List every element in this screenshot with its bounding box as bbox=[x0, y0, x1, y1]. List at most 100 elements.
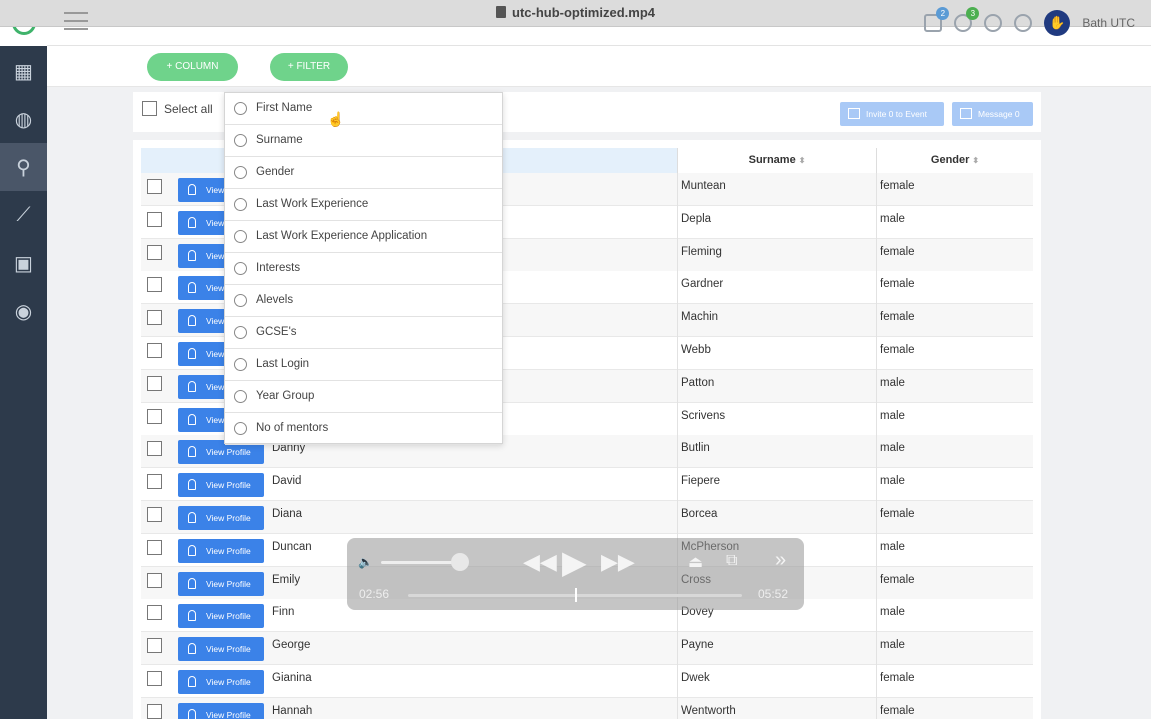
row-checkbox[interactable] bbox=[147, 375, 162, 391]
avatar[interactable]: ✋ bbox=[1044, 10, 1071, 36]
sidebar-item-watch[interactable]: ◉ bbox=[0, 287, 47, 335]
filter-option[interactable]: No of mentors bbox=[225, 413, 502, 445]
radio-button[interactable] bbox=[234, 390, 247, 403]
row-checkbox[interactable] bbox=[147, 671, 162, 686]
row-checkbox[interactable] bbox=[147, 244, 162, 260]
header-surname[interactable]: Surname ⬍ bbox=[677, 148, 876, 173]
view-profile-button[interactable]: View Profile bbox=[178, 571, 264, 596]
sort-icon: ⬍ bbox=[798, 156, 806, 165]
seek-position[interactable] bbox=[575, 588, 577, 602]
filter-option[interactable]: GCSE's bbox=[225, 317, 502, 349]
filter-option[interactable]: Last Work Experience Application bbox=[225, 221, 502, 253]
play-icon[interactable]: ▶ bbox=[562, 543, 587, 581]
view-profile-button[interactable]: View Profile bbox=[178, 637, 264, 662]
column-divider bbox=[677, 369, 678, 403]
radio-button[interactable] bbox=[234, 262, 247, 275]
view-profile-label: View Profile bbox=[206, 677, 251, 687]
radio-button[interactable] bbox=[234, 230, 247, 243]
view-profile-button[interactable]: View Profile bbox=[178, 538, 264, 563]
sidebar-item-dashboard[interactable]: ▦ bbox=[0, 47, 47, 95]
view-profile-label: View Profile bbox=[206, 480, 251, 491]
filter-option[interactable]: Surname bbox=[225, 125, 502, 157]
notifications-badge: 3 bbox=[966, 7, 980, 20]
table-row: View Profile Hannah Wentworth female bbox=[141, 697, 1033, 719]
radio-button[interactable] bbox=[234, 102, 247, 115]
row-checkbox[interactable] bbox=[147, 211, 162, 227]
cell-surname: Webb bbox=[681, 344, 711, 356]
row-checkbox[interactable] bbox=[147, 638, 162, 654]
notifications-icon[interactable]: 3 bbox=[954, 7, 980, 32]
cell-gender: male bbox=[880, 409, 905, 422]
column-divider bbox=[876, 205, 877, 239]
select-all-checkbox[interactable] bbox=[142, 101, 157, 116]
radio-button[interactable] bbox=[234, 198, 247, 211]
column-divider bbox=[677, 304, 678, 338]
row-checkbox[interactable] bbox=[147, 474, 162, 490]
radio-button[interactable] bbox=[234, 326, 247, 339]
radio-button[interactable] bbox=[234, 358, 247, 371]
view-profile-button[interactable]: View Profile bbox=[178, 670, 264, 694]
user-name[interactable]: Bath UTC bbox=[1082, 16, 1135, 30]
volume-icon[interactable]: 🔈 bbox=[358, 555, 373, 569]
menu-toggle-icon[interactable] bbox=[64, 12, 88, 30]
view-profile-button[interactable]: View Profile bbox=[178, 506, 264, 530]
picture-in-picture-icon[interactable]: ⧉ bbox=[726, 552, 737, 570]
sidebar-item-search[interactable]: ⚲ bbox=[0, 143, 47, 191]
table-row: View Profile George Payne male bbox=[141, 632, 1033, 666]
airplay-icon[interactable]: ⏏ bbox=[688, 552, 703, 572]
message-button[interactable]: Message 0 bbox=[952, 102, 1033, 126]
filter-option[interactable]: Gender bbox=[225, 157, 502, 189]
volume-knob[interactable] bbox=[451, 553, 469, 571]
filter-option[interactable]: Last Work Experience bbox=[225, 189, 502, 221]
invite-to-event-button[interactable]: Invite 0 to Event bbox=[840, 102, 944, 126]
column-divider bbox=[677, 697, 678, 719]
row-checkbox[interactable] bbox=[147, 441, 162, 457]
row-checkbox[interactable] bbox=[147, 605, 162, 621]
settings-gear-icon[interactable] bbox=[984, 14, 1003, 32]
column-divider bbox=[677, 402, 678, 436]
radio-button[interactable] bbox=[234, 134, 247, 147]
filter-dropdown: First Name Surname Gender Last Work Experie… bbox=[224, 92, 503, 445]
view-profile-button[interactable]: View Profile bbox=[178, 702, 264, 719]
column-divider bbox=[876, 533, 877, 567]
filter-option[interactable]: Year Group bbox=[225, 381, 502, 413]
help-icon[interactable] bbox=[1014, 14, 1033, 32]
duration: 05:52 bbox=[758, 587, 789, 601]
column-divider bbox=[876, 304, 877, 338]
row-checkbox[interactable] bbox=[147, 572, 162, 588]
more-icon[interactable]: » bbox=[775, 549, 786, 572]
radio-button[interactable] bbox=[234, 166, 247, 179]
add-column-button[interactable]: + COLUMN bbox=[147, 53, 238, 81]
cell-first-name: Gianina bbox=[272, 672, 312, 684]
view-profile-button[interactable]: View Profile bbox=[178, 604, 264, 629]
person-icon bbox=[188, 544, 196, 556]
row-checkbox[interactable] bbox=[147, 507, 162, 522]
filter-option[interactable]: First Name bbox=[225, 93, 502, 125]
rewind-icon[interactable]: ◀◀ bbox=[523, 549, 557, 575]
sidebar-item-calendar[interactable]: ▣ bbox=[0, 239, 47, 287]
messages-icon[interactable]: 2 bbox=[924, 7, 950, 32]
volume-slider[interactable] bbox=[381, 561, 461, 564]
row-checkbox[interactable] bbox=[147, 408, 162, 424]
filter-option-label: Interests bbox=[256, 262, 301, 274]
row-checkbox[interactable] bbox=[147, 343, 162, 358]
sidebar-item-globe[interactable]: ◍ bbox=[0, 95, 47, 143]
column-divider bbox=[876, 337, 877, 370]
filter-option[interactable]: Last Login bbox=[225, 349, 502, 381]
filter-option[interactable]: Alevels bbox=[225, 285, 502, 317]
row-checkbox[interactable] bbox=[147, 179, 162, 194]
cell-surname: Wentworth bbox=[681, 704, 736, 717]
row-checkbox[interactable] bbox=[147, 703, 162, 719]
fast-forward-icon[interactable]: ▶▶ bbox=[601, 549, 635, 575]
row-checkbox[interactable] bbox=[147, 277, 162, 293]
sidebar-item-analytics[interactable]: ⟋ bbox=[0, 191, 47, 239]
view-profile-button[interactable]: View Profile bbox=[178, 473, 264, 498]
person-icon bbox=[188, 348, 196, 359]
radio-button[interactable] bbox=[234, 294, 247, 307]
row-checkbox[interactable] bbox=[147, 539, 162, 555]
filter-option[interactable]: Interests bbox=[225, 253, 502, 285]
row-checkbox[interactable] bbox=[147, 310, 162, 326]
radio-button[interactable] bbox=[234, 422, 247, 435]
header-gender[interactable]: Gender ⬍ bbox=[876, 148, 1033, 173]
add-filter-button[interactable]: + FILTER bbox=[270, 53, 348, 81]
